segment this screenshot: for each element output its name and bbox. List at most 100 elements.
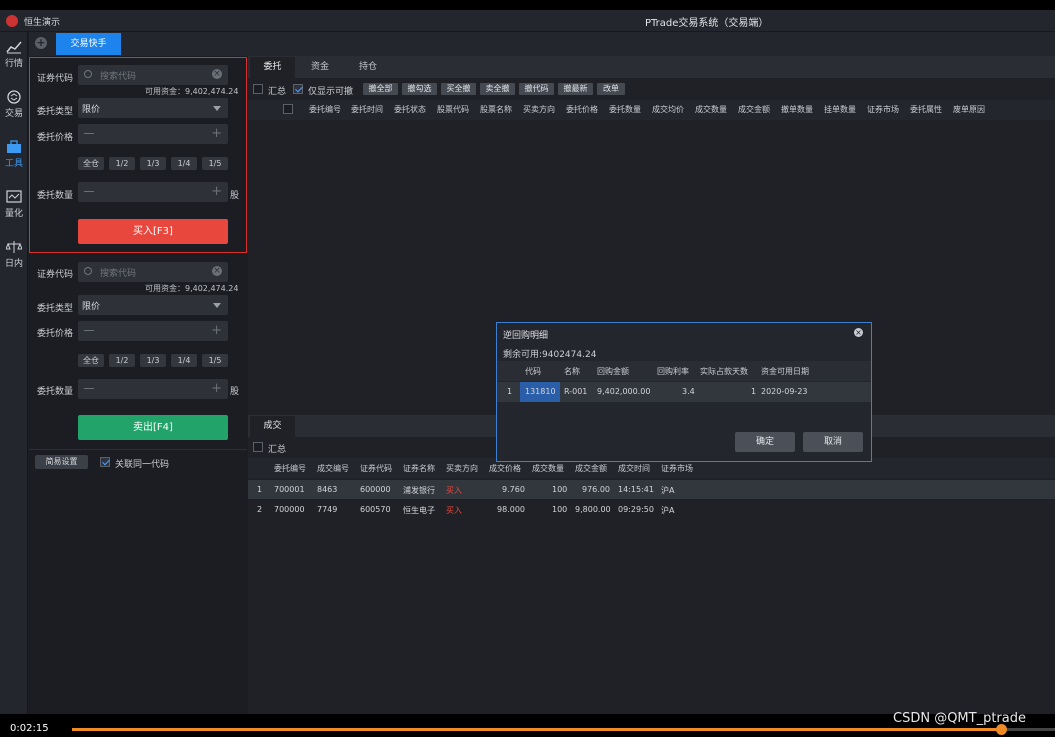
nav-intraday[interactable]: 日内 — [0, 236, 28, 280]
col-deal-qty[interactable]: 成交数量 — [532, 463, 564, 474]
col-code[interactable]: 证券代码 — [360, 463, 392, 474]
cancel-button[interactable]: 取消 — [803, 432, 863, 452]
buy-frac-half[interactable]: 1/2 — [109, 157, 135, 170]
col-order-status[interactable]: 委托状态 — [394, 104, 426, 115]
col-order-price[interactable]: 委托价格 — [566, 104, 598, 115]
buy-frac-quarter[interactable]: 1/4 — [171, 157, 197, 170]
col-actual-days[interactable]: 实际占款天数 — [700, 366, 748, 377]
sell-button[interactable]: 卖出[F4] — [78, 415, 228, 440]
col-pending-qty[interactable]: 挂单数量 — [824, 104, 856, 115]
col-cancel-qty[interactable]: 撤单数量 — [781, 104, 813, 115]
tab-quick-trade[interactable]: 交易快手 — [56, 33, 121, 55]
sell-frac-all[interactable]: 全仓 — [78, 354, 104, 367]
col-repo-rate[interactable]: 回购利率 — [657, 366, 689, 377]
clear-icon[interactable]: × — [212, 266, 222, 276]
col-deal-no[interactable]: 成交编号 — [317, 463, 349, 474]
cancel-code-button[interactable]: 撤代码 — [519, 83, 554, 95]
clear-icon[interactable]: × — [212, 69, 222, 79]
col-order-no[interactable]: 委托编号 — [274, 463, 306, 474]
col-stock-code[interactable]: 股票代码 — [437, 104, 469, 115]
select-all-checkbox[interactable] — [283, 104, 293, 114]
minus-icon[interactable] — [84, 330, 94, 331]
col-repo-amount[interactable]: 回购金额 — [597, 366, 629, 377]
summary-checkbox[interactable] — [253, 84, 263, 94]
tab-orders[interactable]: 委托 — [250, 57, 295, 78]
col-deal-price[interactable]: 成交价格 — [489, 463, 521, 474]
col-deal-time[interactable]: 成交时间 — [618, 463, 650, 474]
col-deal-amount[interactable]: 成交金额 — [738, 104, 770, 115]
col-name[interactable]: 名称 — [564, 366, 580, 377]
cell-deal-no: 7749 — [317, 505, 338, 514]
minus-icon[interactable] — [84, 133, 94, 134]
buy-button[interactable]: 买入[F3] — [78, 219, 228, 244]
col-order-time[interactable]: 委托时间 — [351, 104, 383, 115]
buy-type-select[interactable]: 限价 — [78, 98, 228, 118]
cell-price: 9.760 — [502, 485, 525, 494]
col-deal-qty[interactable]: 成交数量 — [695, 104, 727, 115]
sell-frac-third[interactable]: 1/3 — [140, 354, 166, 367]
confirm-button[interactable]: 确定 — [735, 432, 795, 452]
buy-price-stepper[interactable]: + — [78, 124, 228, 144]
buy-frac-third[interactable]: 1/3 — [140, 157, 166, 170]
cell-amount: 9,402,000.00 — [597, 387, 651, 396]
col-order-qty[interactable]: 委托数量 — [609, 104, 641, 115]
col-attr[interactable]: 委托属性 — [910, 104, 942, 115]
buy-code-input[interactable]: 搜索代码 × — [78, 65, 228, 85]
sell-frac-fifth[interactable]: 1/5 — [202, 354, 228, 367]
col-side[interactable]: 买卖方向 — [523, 104, 555, 115]
only-cancelable-checkbox[interactable] — [293, 84, 303, 94]
toolbox-icon — [7, 140, 21, 153]
modify-order-button[interactable]: 改单 — [597, 83, 625, 95]
simple-settings-button[interactable]: 简易设置 — [35, 455, 88, 469]
col-side[interactable]: 买卖方向 — [446, 463, 478, 474]
col-avg-price[interactable]: 成交均价 — [652, 104, 684, 115]
sell-price-stepper[interactable]: + — [78, 321, 228, 341]
minus-icon[interactable] — [84, 191, 94, 192]
sell-frac-quarter[interactable]: 1/4 — [171, 354, 197, 367]
sell-qty-stepper[interactable]: + — [78, 379, 228, 399]
col-market[interactable]: 证券市场 — [661, 463, 693, 474]
col-order-no[interactable]: 委托编号 — [309, 104, 341, 115]
trades-summary-checkbox[interactable] — [253, 442, 263, 452]
cancel-latest-button[interactable]: 撤最新 — [558, 83, 593, 95]
cell-code[interactable]: 131810 — [525, 387, 556, 396]
cancel-buys-button[interactable]: 买全撤 — [441, 83, 476, 95]
tab-positions[interactable]: 持仓 — [345, 57, 391, 78]
sell-code-input[interactable]: 搜索代码 × — [78, 262, 228, 282]
cell-time: 14:15:41 — [618, 485, 654, 494]
cell-side: 买入 — [446, 486, 462, 495]
plus-icon[interactable]: + — [211, 127, 222, 140]
nav-quant[interactable]: 量化 — [0, 186, 28, 230]
link-code-checkbox[interactable] — [100, 457, 110, 467]
col-deal-amount[interactable]: 成交金额 — [575, 463, 607, 474]
col-avail-date[interactable]: 资金可用日期 — [761, 366, 809, 377]
cancel-all-button[interactable]: 撤全部 — [363, 83, 398, 95]
plus-icon[interactable]: + — [211, 382, 222, 395]
plus-icon[interactable]: + — [211, 324, 222, 337]
nav-label: 交易 — [4, 109, 23, 119]
close-icon[interactable]: × — [854, 328, 863, 337]
cancel-checked-button[interactable]: 撤勾选 — [402, 83, 437, 95]
nav-trade[interactable]: 交易 — [0, 86, 28, 130]
sell-type-select[interactable]: 限价 — [78, 295, 228, 315]
minus-icon[interactable] — [84, 388, 94, 389]
col-code[interactable]: 代码 — [525, 366, 541, 377]
buy-frac-all[interactable]: 全仓 — [78, 157, 104, 170]
buy-frac-fifth[interactable]: 1/5 — [202, 157, 228, 170]
nav-market[interactable]: 行情 — [0, 36, 28, 80]
cell-code: 600570 — [360, 505, 391, 514]
tab-funds[interactable]: 资金 — [297, 57, 343, 78]
nav-tools[interactable]: 工具 — [0, 136, 28, 180]
buy-type-label: 委托类型 — [37, 107, 74, 117]
col-market[interactable]: 证券市场 — [867, 104, 899, 115]
buy-qty-stepper[interactable]: + — [78, 182, 228, 202]
plus-icon[interactable]: + — [211, 185, 222, 198]
cancel-sells-button[interactable]: 卖全撤 — [480, 83, 515, 95]
link-code-label: 关联同一代码 — [115, 460, 170, 470]
col-stock-name[interactable]: 股票名称 — [480, 104, 512, 115]
col-reject-reason[interactable]: 废单原因 — [953, 104, 985, 115]
sell-frac-half[interactable]: 1/2 — [109, 354, 135, 367]
tab-trades[interactable]: 成交 — [250, 416, 295, 437]
add-tab-icon[interactable]: + — [35, 37, 47, 49]
col-name[interactable]: 证券名称 — [403, 463, 435, 474]
